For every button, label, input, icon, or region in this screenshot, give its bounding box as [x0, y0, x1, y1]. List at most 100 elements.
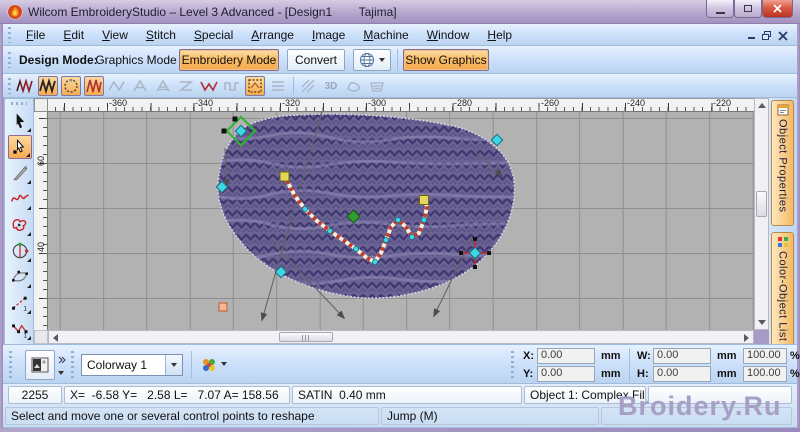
- menu-special[interactable]: Special: [185, 24, 242, 46]
- v-ruler-label: 60: [36, 156, 46, 167]
- pointer-position: X= -6.58 Y= 2.58 L= 7.07 A= 158.56: [64, 386, 290, 404]
- window-border-bottom: [0, 428, 800, 432]
- h-ruler-label: -260: [541, 98, 560, 108]
- e-stitch-icon[interactable]: [153, 76, 173, 96]
- w-unit: mm: [717, 350, 737, 362]
- mdi-restore-button[interactable]: [761, 29, 773, 41]
- graphics-mode-button[interactable]: Graphics Mode: [95, 49, 177, 71]
- knife-tool[interactable]: [8, 161, 32, 185]
- thumb-grip: [301, 335, 311, 341]
- x-unit: mm: [601, 350, 621, 362]
- stitch-toolbar-grip[interactable]: [8, 78, 11, 94]
- application-window: Wilcom EmbroideryStudio – Level 3 Advanc…: [0, 0, 800, 432]
- scale-h-percent: %: [790, 368, 800, 380]
- menu-window[interactable]: Window: [418, 24, 479, 46]
- fusion-fill-icon[interactable]: [245, 76, 265, 96]
- close-icon: [773, 4, 782, 13]
- tab-color-object-list[interactable]: Color-Object List: [771, 232, 794, 346]
- triple-run-icon[interactable]: [38, 76, 58, 96]
- convert-button[interactable]: Convert: [287, 49, 345, 71]
- single-run-tool[interactable]: 1: [8, 291, 32, 315]
- colorway-editor-dropdown[interactable]: [221, 362, 227, 366]
- app-flame-icon: [7, 4, 23, 25]
- stipple-icon[interactable]: [367, 76, 387, 96]
- scroll-left-button[interactable]: [53, 334, 58, 342]
- menu-stitch[interactable]: Stitch: [137, 24, 185, 46]
- vertical-scrollbar[interactable]: [754, 98, 769, 330]
- mdi-close-button[interactable]: [777, 29, 789, 41]
- globe-button[interactable]: [353, 49, 391, 71]
- y-field[interactable]: 0.00: [537, 366, 595, 382]
- titlebar[interactable]: Wilcom EmbroideryStudio – Level 3 Advanc…: [0, 0, 800, 24]
- current-stitch-type: SATIN 0.40 mm: [292, 386, 522, 404]
- colorway-editor-icon: [203, 359, 215, 371]
- transform-toolbar-grip[interactable]: [511, 351, 514, 379]
- scroll-up-button[interactable]: [758, 103, 766, 108]
- reshape-object-tool[interactable]: [8, 135, 32, 159]
- triple-run-tool[interactable]: 1: [8, 317, 32, 341]
- open-freehand-tool[interactable]: [8, 187, 32, 211]
- h-ruler-label: -280: [454, 98, 473, 108]
- complex-fill-tool[interactable]: [8, 265, 32, 289]
- closed-freehand-tool[interactable]: [8, 213, 32, 237]
- show-graphics-button[interactable]: Show Graphics: [403, 49, 489, 71]
- close-button[interactable]: [762, 0, 793, 18]
- colorway-toolbar-grip[interactable]: [71, 351, 74, 379]
- embroidery-mode-button[interactable]: Embroidery Mode: [179, 49, 279, 71]
- h-scroll-thumb[interactable]: [279, 332, 333, 342]
- h-ruler-label: -340: [195, 98, 214, 108]
- color-object-list-icon: [777, 237, 788, 247]
- embroidery-object[interactable]: [48, 112, 754, 330]
- circle-cw-tool[interactable]: [8, 239, 32, 263]
- maximize-button[interactable]: [734, 0, 762, 18]
- colorway-dropdown-button[interactable]: [165, 355, 182, 375]
- h-ruler-label: -320: [282, 98, 301, 108]
- scroll-down-button[interactable]: [758, 320, 766, 325]
- menu-view[interactable]: View: [93, 24, 137, 46]
- colorway-select[interactable]: Colorway 1: [81, 354, 183, 376]
- x-field[interactable]: 0.00: [537, 348, 595, 364]
- menu-image[interactable]: Image: [303, 24, 354, 46]
- menu-edit[interactable]: Edit: [54, 24, 93, 46]
- motif-run-icon[interactable]: [61, 76, 81, 96]
- mode-toolbar-grip[interactable]: [8, 52, 11, 68]
- menu-file[interactable]: File: [17, 24, 54, 46]
- scroll-right-button[interactable]: [744, 334, 749, 342]
- mdi-minimize-button[interactable]: [745, 29, 757, 41]
- mdi-minimize-icon: [747, 37, 755, 39]
- design-canvas[interactable]: [48, 112, 754, 330]
- tab-object-properties[interactable]: Object Properties: [771, 100, 794, 226]
- separator: [629, 348, 630, 382]
- run-stitch-icon[interactable]: [15, 76, 35, 96]
- h-field[interactable]: 0.00: [653, 366, 711, 382]
- accordion-spacing-icon[interactable]: [268, 76, 288, 96]
- florentine-icon[interactable]: [298, 76, 318, 96]
- motif-fill-icon[interactable]: [199, 76, 219, 96]
- colorway-editor-button[interactable]: [199, 355, 219, 375]
- tatami-icon[interactable]: [130, 76, 150, 96]
- scale-h-field[interactable]: 100.00: [743, 366, 787, 382]
- satin-stitch-icon[interactable]: [84, 76, 104, 96]
- menu-arrange[interactable]: Arrange: [242, 24, 303, 46]
- minimize-button[interactable]: [706, 0, 734, 18]
- trapunto-icon[interactable]: [344, 76, 364, 96]
- menu-machine[interactable]: Machine: [354, 24, 417, 46]
- toolbar-options-arrow[interactable]: [58, 371, 64, 375]
- contour-stitch-icon[interactable]: [222, 76, 242, 96]
- w-field[interactable]: 0.00: [653, 348, 711, 364]
- bitmap-toolbar-grip[interactable]: [9, 351, 12, 379]
- zigzag-stitch-icon[interactable]: [107, 76, 127, 96]
- y-unit: mm: [601, 368, 621, 380]
- 3d-warp-icon[interactable]: 3D: [321, 76, 341, 96]
- menubar-grip[interactable]: [8, 26, 11, 43]
- menu-help[interactable]: Help: [478, 24, 521, 46]
- select-object-tool[interactable]: [8, 109, 32, 133]
- toolbox-grip[interactable]: [11, 102, 27, 105]
- show-bitmap-button[interactable]: [25, 350, 55, 380]
- globe-dropdown-arrow[interactable]: [379, 58, 385, 62]
- horizontal-scrollbar[interactable]: [48, 330, 754, 344]
- toolbar-overflow-chevron[interactable]: [58, 351, 66, 369]
- scale-w-field[interactable]: 100.00: [743, 348, 787, 364]
- program-split-icon[interactable]: [176, 76, 196, 96]
- v-scroll-thumb[interactable]: [756, 191, 767, 217]
